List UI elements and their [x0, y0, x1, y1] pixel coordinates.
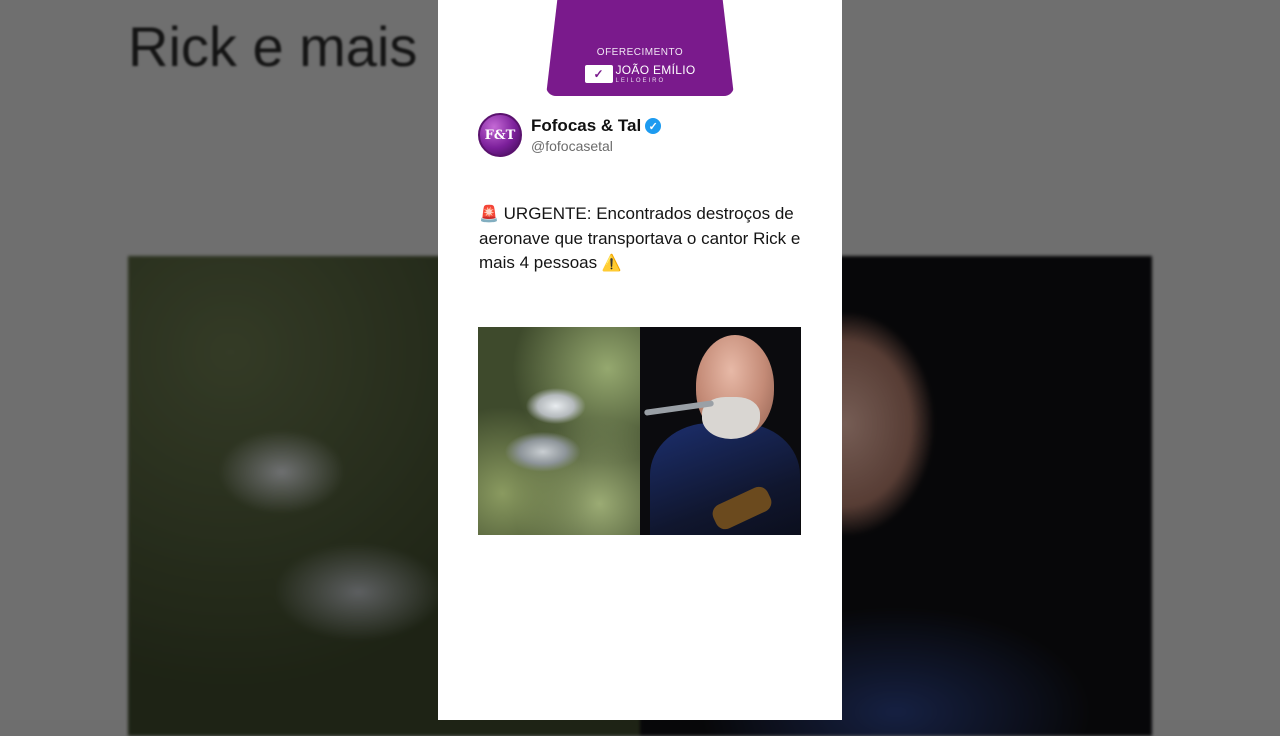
author-names: Fofocas & Tal ✓ @fofocasetal	[531, 116, 662, 154]
display-name[interactable]: Fofocas & Tal	[531, 116, 641, 136]
sponsor-name: JOÃO EMÍLIO	[615, 63, 696, 77]
sponsor-subtitle: LEILOEIRO	[615, 78, 666, 84]
display-name-row: Fofocas & Tal ✓	[531, 116, 662, 136]
post-body: URGENTE: Encontrados destroços de aerona…	[479, 204, 801, 272]
singer-photo[interactable]	[640, 327, 801, 535]
user-handle[interactable]: @fofocasetal	[531, 138, 661, 154]
sponsor-banner[interactable]: OFERECIMENTO ✓ JOÃO EMÍLIO LEILOEIRO	[546, 0, 734, 96]
post-card: OFERECIMENTO ✓ JOÃO EMÍLIO LEILOEIRO F&T…	[438, 0, 842, 720]
author-profile[interactable]: F&T Fofocas & Tal ✓ @fofocasetal	[478, 113, 662, 157]
wreckage-photo[interactable]	[478, 327, 640, 535]
signature-logo-icon: ✓	[584, 64, 613, 83]
warning-icon: ⚠️	[601, 255, 622, 272]
sponsor-brand: ✓ JOÃO EMÍLIO LEILOEIRO	[584, 63, 696, 84]
post-media[interactable]	[478, 327, 801, 535]
sponsor-label: OFERECIMENTO	[596, 47, 684, 58]
backdrop-text: Rick e mais	[128, 15, 418, 78]
post-text: 🚨 URGENTE: Encontrados destroços de aero…	[479, 202, 809, 276]
avatar[interactable]: F&T	[478, 113, 522, 157]
siren-icon: 🚨	[479, 206, 499, 223]
verified-badge-icon: ✓	[645, 118, 662, 134]
